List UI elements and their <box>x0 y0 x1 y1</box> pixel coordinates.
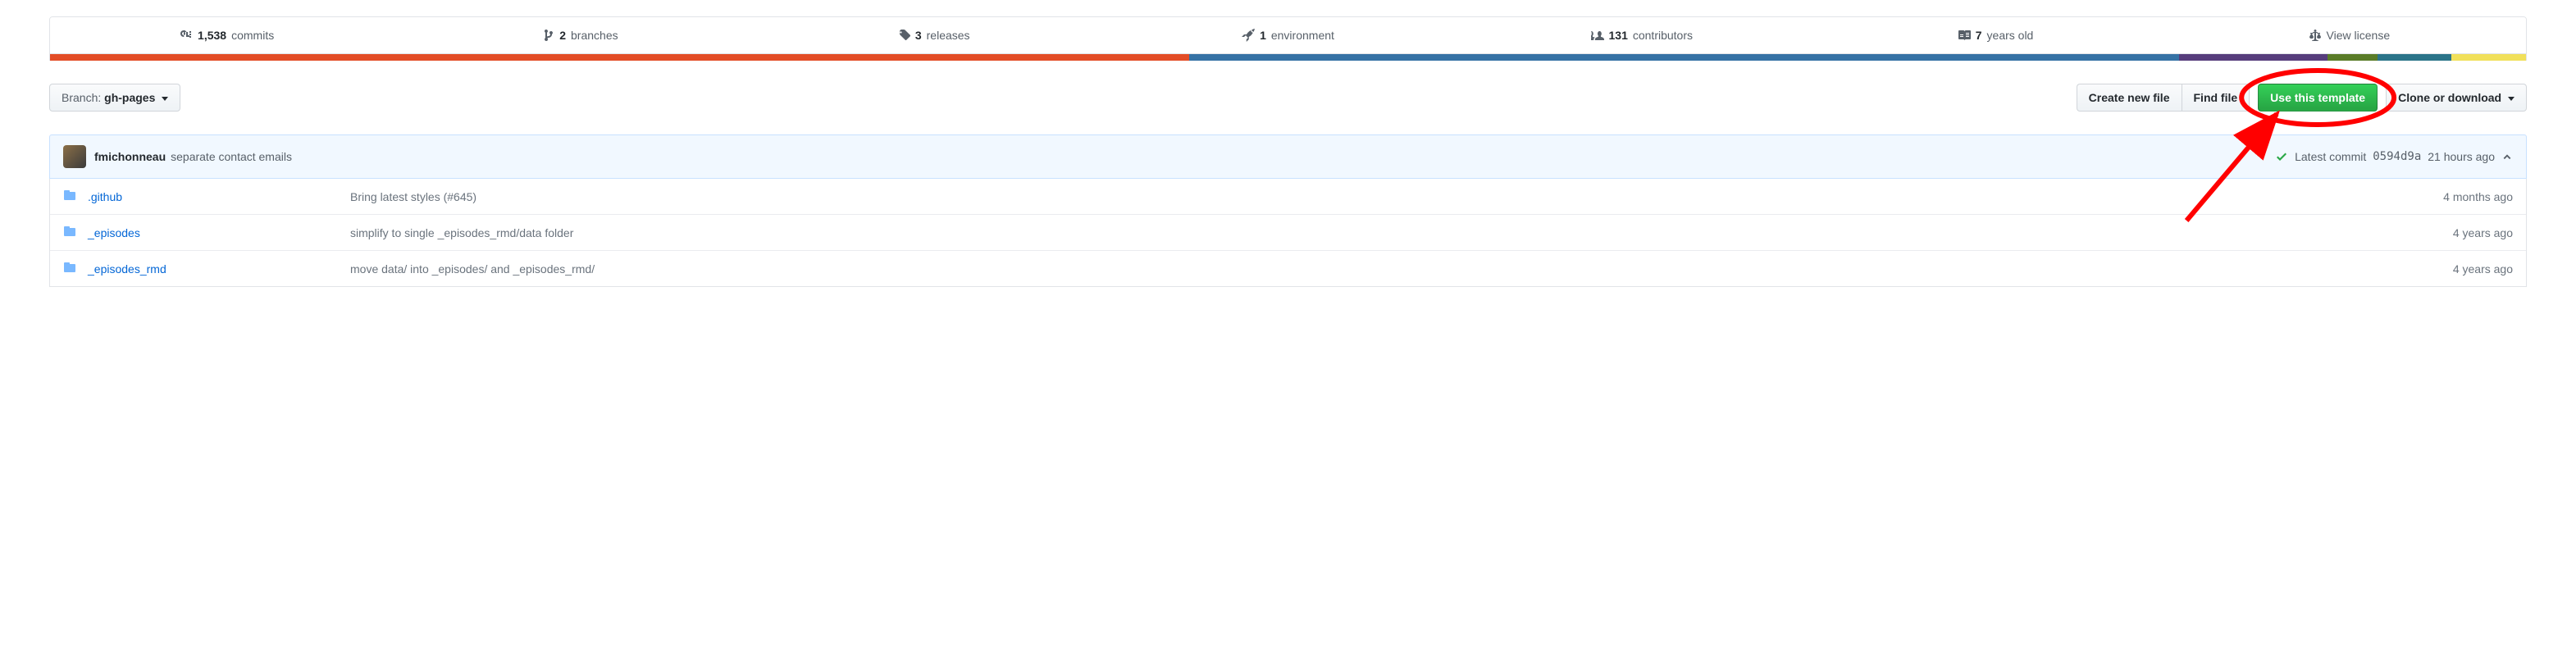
language-segment[interactable] <box>2451 54 2526 61</box>
rocket-icon <box>1242 29 1255 42</box>
law-icon <box>2309 29 2322 42</box>
branch-select-label: Branch: <box>62 91 101 104</box>
tag-icon <box>899 29 910 42</box>
stat-age[interactable]: 7 years old <box>1818 17 2172 53</box>
create-new-file-button[interactable]: Create new file <box>2077 84 2182 112</box>
file-name-link[interactable]: _episodes_rmd <box>88 262 166 276</box>
language-segment[interactable] <box>2328 54 2377 61</box>
stat-releases[interactable]: 3 releases <box>758 17 1111 53</box>
folder-icon <box>63 225 76 240</box>
avatar[interactable] <box>63 145 86 168</box>
caret-down-icon <box>162 97 168 101</box>
language-bar[interactable] <box>49 54 2527 61</box>
commit-message[interactable]: separate contact emails <box>171 150 292 163</box>
file-name-link[interactable]: _episodes <box>88 226 140 239</box>
file-time: 4 years ago <box>2453 226 2513 239</box>
folder-icon <box>63 189 76 204</box>
language-segment[interactable] <box>2179 54 2328 61</box>
stat-commits-num: 1,538 <box>198 29 226 42</box>
file-list: .github Bring latest styles (#645) 4 mon… <box>49 179 2527 287</box>
history-icon <box>180 29 193 42</box>
stat-env-label: environment <box>1271 29 1334 42</box>
language-segment[interactable] <box>50 54 1189 61</box>
stat-contrib-label: contributors <box>1633 29 1693 42</box>
book-icon <box>1958 29 1971 42</box>
stat-releases-num: 3 <box>915 29 922 42</box>
file-row: _episodes_rmd move data/ into _episodes/… <box>50 250 2526 286</box>
clone-download-label: Clone or download <box>2398 91 2501 104</box>
chevron-up-icon[interactable] <box>2501 151 2513 162</box>
stat-commits-label: commits <box>231 29 274 42</box>
folder-icon <box>63 261 76 276</box>
file-name-link[interactable]: .github <box>88 190 122 203</box>
stat-env-num: 1 <box>1260 29 1266 42</box>
repo-action-row: Branch: gh-pages Create new file Find fi… <box>49 84 2527 112</box>
commit-time: 21 hours ago <box>2428 150 2495 163</box>
use-this-template-button[interactable]: Use this template <box>2258 84 2378 112</box>
stat-license[interactable]: View license <box>2173 17 2526 53</box>
branch-select-value: gh-pages <box>104 91 155 104</box>
file-row: .github Bring latest styles (#645) 4 mon… <box>50 179 2526 214</box>
file-time: 4 years ago <box>2453 262 2513 276</box>
stat-age-label: years old <box>1987 29 2034 42</box>
branch-icon <box>543 29 554 42</box>
clone-download-button[interactable]: Clone or download <box>2386 84 2527 112</box>
file-commit-msg[interactable]: Bring latest styles (#645) <box>350 190 2443 203</box>
commit-author[interactable]: fmichonneau <box>94 150 166 163</box>
stat-license-label: View license <box>2327 29 2391 42</box>
latest-commit-label: Latest commit <box>2295 150 2366 163</box>
stat-environments[interactable]: 1 environment <box>1111 17 1465 53</box>
commit-hash[interactable]: 0594d9a <box>2373 150 2421 163</box>
stat-age-num: 7 <box>1976 29 1982 42</box>
latest-commit-bar: fmichonneau separate contact emails Late… <box>49 134 2527 179</box>
repo-actions-group: Create new file Find file Use this templ… <box>2077 84 2527 112</box>
repo-stats-bar: 1,538 commits 2 branches 3 releases 1 en… <box>49 16 2527 54</box>
stat-commits[interactable]: 1,538 commits <box>50 17 403 53</box>
stat-releases-label: releases <box>927 29 970 42</box>
language-segment[interactable] <box>1189 54 2180 61</box>
find-file-button[interactable]: Find file <box>2182 84 2250 112</box>
stat-contributors[interactable]: 131 contributors <box>1465 17 1818 53</box>
stat-branches-label: branches <box>571 29 618 42</box>
check-icon <box>2275 150 2288 163</box>
file-commit-msg[interactable]: simplify to single _episodes_rmd/data fo… <box>350 226 2453 239</box>
stat-contrib-num: 131 <box>1609 29 1628 42</box>
file-row: _episodes simplify to single _episodes_r… <box>50 214 2526 250</box>
language-segment[interactable] <box>2378 54 2452 61</box>
file-time: 4 months ago <box>2443 190 2513 203</box>
file-commit-msg[interactable]: move data/ into _episodes/ and _episodes… <box>350 262 2453 276</box>
people-icon <box>1591 29 1604 42</box>
stat-branches-num: 2 <box>559 29 566 42</box>
branch-select[interactable]: Branch: gh-pages <box>49 84 180 112</box>
stat-branches[interactable]: 2 branches <box>403 17 757 53</box>
caret-down-icon <box>2508 97 2514 101</box>
